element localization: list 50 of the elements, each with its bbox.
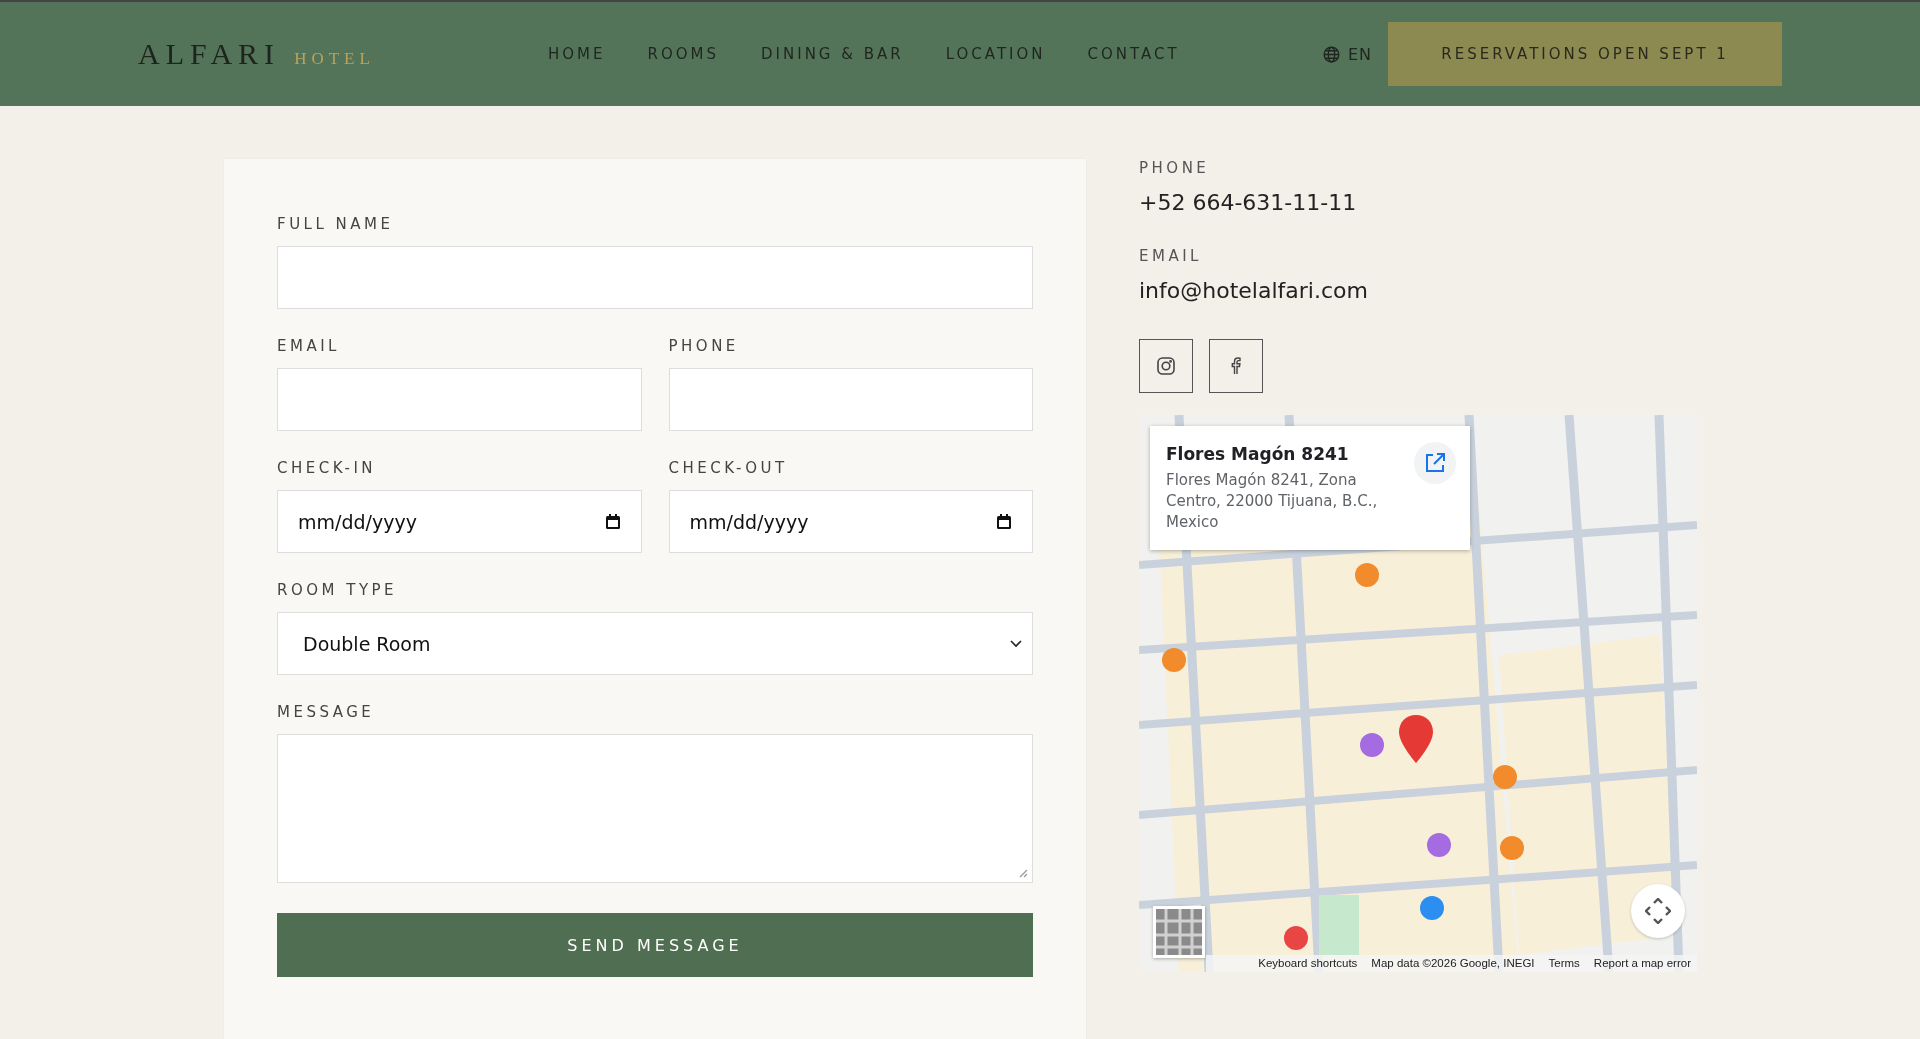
input-field[interactable] — [277, 246, 1033, 309]
contact-label: EMAIL — [1139, 247, 1203, 265]
nav-link[interactable]: ROOMS — [647, 45, 719, 63]
attribution-link[interactable]: Map data ©2026 Google, INEGI — [1371, 957, 1535, 969]
social-button[interactable] — [1139, 339, 1193, 393]
field-label: ROOM TYPE — [277, 581, 399, 599]
social-button[interactable] — [1209, 339, 1263, 393]
date-value: mm/dd/yyyy — [689, 510, 809, 533]
resize-handle-icon — [1018, 868, 1028, 878]
field-label: FULL NAME — [277, 215, 395, 233]
field-label: EMAIL — [277, 337, 341, 355]
language-button[interactable]: EN — [1323, 44, 1373, 64]
room-type-dropdown[interactable]: Double Room — [277, 612, 1033, 675]
attribution-link[interactable]: Terms — [1548, 957, 1580, 969]
chevron-down-icon — [1010, 639, 1022, 648]
nav-link[interactable]: LOCATION — [945, 45, 1046, 63]
calendar-icon — [996, 513, 1012, 530]
attribution-link[interactable]: Report a map error — [1593, 957, 1691, 969]
nav-link[interactable]: CONTACT — [1087, 45, 1180, 63]
field-label: PHONE — [668, 337, 740, 355]
send-message-button[interactable]: SEND MESSAGE — [277, 913, 1033, 977]
nav-link[interactable]: HOME — [548, 45, 606, 63]
contact-value: info@hotelalfari.com — [1139, 278, 1369, 303]
contact-label: PHONE — [1139, 159, 1211, 177]
open-in-maps-button[interactable] — [1414, 442, 1456, 484]
contact-value: +52 664-631-11-11 — [1139, 190, 1358, 215]
satellite-thumbnail-icon — [1156, 909, 1202, 955]
four-arrows-icon — [1645, 898, 1671, 924]
date-field[interactable]: mm/dd/yyyy — [277, 490, 642, 553]
logo-subtitle: HOTEL — [294, 49, 375, 69]
field-label: MESSAGE — [277, 703, 376, 721]
input-field[interactable] — [668, 368, 1033, 431]
map-layer-toggle[interactable] — [1153, 906, 1205, 958]
reservations-button[interactable]: RESERVATIONS OPEN SEPT 1 — [1388, 22, 1783, 86]
field-label: CHECK-OUT — [668, 459, 789, 477]
logo-wordmark: ALFARI — [138, 37, 281, 71]
calendar-icon — [604, 513, 621, 530]
place-title: Flores Magón 8241 — [1166, 444, 1350, 464]
field-label: CHECK-IN — [277, 459, 378, 477]
place-address: Flores Magón 8241, Zona Centro, 22000 Tijuana, B.C., Mexico — [1166, 470, 1379, 533]
dropdown-value: Double Room — [303, 632, 431, 655]
globe-icon — [1323, 45, 1340, 63]
external-link-icon — [1424, 452, 1446, 474]
date-field[interactable]: mm/dd/yyyy — [668, 490, 1033, 553]
instagram-icon — [1156, 356, 1176, 376]
message-field[interactable] — [277, 734, 1033, 883]
date-value: mm/dd/yyyy — [298, 510, 417, 533]
attribution-link[interactable]: Keyboard shortcuts — [1258, 957, 1358, 969]
input-field[interactable] — [277, 368, 642, 431]
nav-link[interactable]: DINING & BAR — [761, 45, 904, 63]
